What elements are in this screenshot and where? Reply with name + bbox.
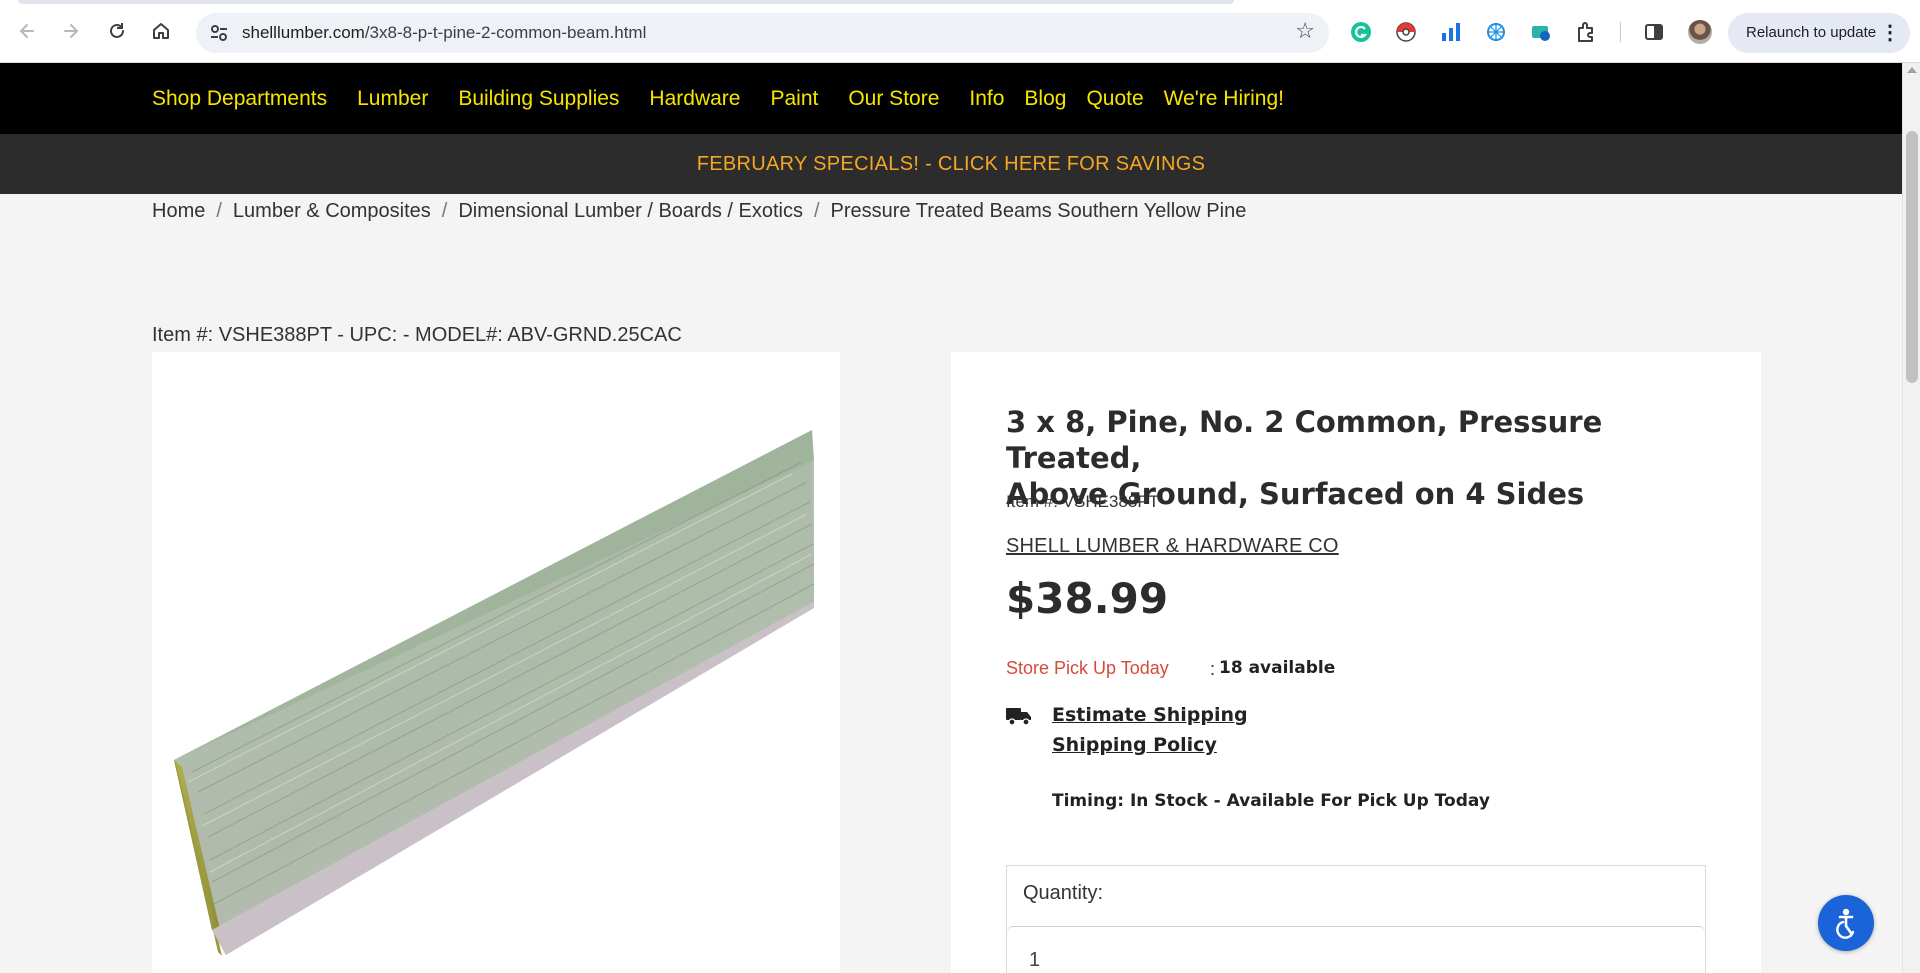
product-detail-card: 3 x 8, Pine, No. 2 Common, Pressure Trea… — [951, 352, 1761, 973]
chart-extension-icon[interactable] — [1440, 21, 1462, 43]
url-domain: shelllumber.com — [242, 23, 365, 42]
nav-hiring[interactable]: We're Hiring! — [1164, 87, 1284, 111]
nav-our-store[interactable]: Our Store — [848, 87, 939, 111]
breadcrumb-current: Pressure Treated Beams Southern Yellow P… — [830, 200, 1247, 222]
store-pickup-label[interactable]: Store Pick Up Today — [1006, 658, 1169, 679]
stock-availability: 18 available — [1219, 658, 1336, 678]
breadcrumb-lumber-composites[interactable]: Lumber & Composites — [233, 200, 431, 223]
accessibility-button[interactable] — [1818, 895, 1874, 951]
nav-quote[interactable]: Quote — [1086, 87, 1143, 111]
breadcrumb-separator: / — [813, 200, 820, 222]
browser-toolbar: shelllumber.com/3x8-8-p-t-pine-2-common-… — [0, 0, 1920, 63]
pickup-colon: : — [1210, 659, 1216, 679]
pokeball-extension-icon[interactable] — [1395, 21, 1417, 43]
toolbar-divider — [1620, 22, 1621, 42]
quantity-label: Quantity: — [1023, 882, 1104, 904]
quantity-input[interactable]: 1 — [1007, 926, 1705, 973]
relaunch-label: Relaunch to update — [1746, 24, 1877, 41]
forward-button[interactable] — [55, 15, 87, 47]
product-image-beam — [174, 430, 815, 956]
item-identifiers: Item #: VSHE388PT - UPC: - MODEL#: ABV-G… — [152, 324, 682, 346]
side-panel-icon[interactable] — [1643, 21, 1665, 43]
scroll-thumb[interactable] — [1906, 131, 1918, 383]
nav-paint[interactable]: Paint — [770, 87, 818, 111]
product-image-card[interactable] — [152, 352, 840, 973]
screenshot-extension-icon[interactable] — [1530, 21, 1552, 43]
more-menu-icon[interactable]: ⋮ — [1880, 13, 1900, 53]
nav-lumber[interactable]: Lumber — [357, 87, 428, 111]
product-title-line1: 3 x 8, Pine, No. 2 Common, Pressure Trea… — [1006, 405, 1603, 475]
quantity-box: Quantity: 1 — [1006, 865, 1706, 973]
grammarly-extension-icon[interactable] — [1350, 21, 1372, 43]
arrow-left-icon — [19, 24, 34, 38]
scroll-up-arrow-icon[interactable] — [1907, 67, 1917, 73]
nav-info[interactable]: Info — [969, 87, 1004, 111]
truck-icon — [1006, 708, 1031, 726]
breadcrumb-separator: / — [216, 200, 222, 222]
breadcrumb: Home / Lumber & Composites / Dimensional… — [152, 200, 1246, 223]
brand-link[interactable]: SHELL LUMBER & HARDWARE CO — [1006, 535, 1339, 558]
promo-banner[interactable]: FEBRUARY SPECIALS! - CLICK HERE FOR SAVI… — [0, 134, 1902, 194]
nav-shop-departments[interactable]: Shop Departments — [152, 87, 327, 111]
site-info-icon[interactable] — [208, 22, 230, 44]
extensions-puzzle-icon[interactable] — [1575, 21, 1597, 43]
breadcrumb-dimensional-lumber[interactable]: Dimensional Lumber / Boards / Exotics — [458, 200, 803, 223]
reload-button[interactable] — [101, 15, 133, 47]
main-navigation: Shop Departments Lumber Building Supplie… — [0, 63, 1902, 134]
timing-status: Timing: In Stock - Available For Pick Up… — [1052, 791, 1490, 811]
address-bar[interactable]: shelllumber.com/3x8-8-p-t-pine-2-common-… — [196, 13, 1329, 53]
estimate-shipping-link[interactable]: Estimate Shipping — [1052, 704, 1248, 726]
accessibility-icon — [1836, 908, 1855, 939]
shipping-policy-link[interactable]: Shipping Policy — [1052, 734, 1217, 756]
product-price: $38.99 — [1006, 574, 1169, 623]
profile-avatar[interactable] — [1688, 20, 1712, 44]
back-button[interactable] — [11, 15, 43, 47]
breadcrumb-separator: / — [441, 200, 448, 222]
bookmark-star-icon[interactable]: ☆ — [1295, 21, 1315, 43]
ai-extension-icon[interactable] — [1485, 21, 1507, 43]
nav-building-supplies[interactable]: Building Supplies — [458, 87, 619, 111]
home-button[interactable] — [145, 15, 177, 47]
relaunch-button[interactable]: Relaunch to update ⋮ — [1728, 13, 1910, 53]
nav-hardware[interactable]: Hardware — [649, 87, 740, 111]
active-tab-edge[interactable] — [18, 0, 1234, 4]
nav-blog[interactable]: Blog — [1024, 87, 1066, 111]
arrow-right-icon — [64, 24, 79, 38]
home-icon — [153, 23, 169, 39]
url-path: /3x8-8-p-t-pine-2-common-beam.html — [364, 23, 647, 42]
breadcrumb-home[interactable]: Home — [152, 200, 205, 223]
product-sku: Item #: VSHE388PT — [1006, 492, 1160, 511]
url-text[interactable]: shelllumber.com/3x8-8-p-t-pine-2-common-… — [242, 13, 646, 53]
reload-icon — [110, 23, 124, 38]
page-scrollbar[interactable] — [1902, 63, 1920, 973]
